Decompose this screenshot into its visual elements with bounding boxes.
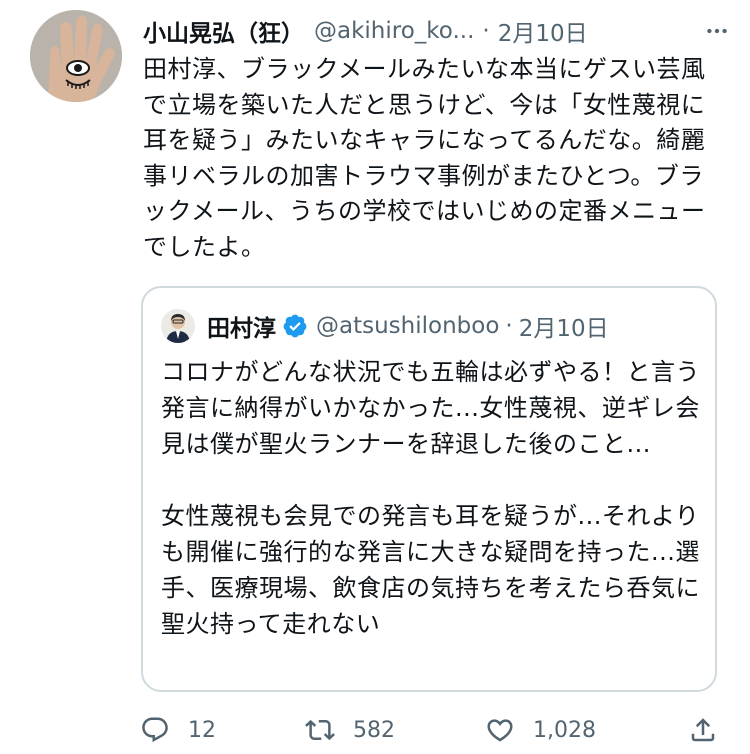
quoted-tweet-date[interactable]: 2月10日 (519, 309, 609, 343)
share-icon (691, 718, 715, 742)
quoted-tweet[interactable]: 田村淳 @atsushilonboo · 2月10日 コロナがどんな状況でも五輪… (141, 286, 717, 692)
reply-count: 12 (188, 717, 216, 743)
author-handle[interactable]: @akihiro_ko... (314, 18, 474, 44)
heart-icon (487, 719, 513, 742)
tweet-date[interactable]: 2月10日 (498, 14, 588, 48)
retweet-icon (305, 719, 335, 741)
quoted-tweet-header: 田村淳 @atsushilonboo · 2月10日 (161, 308, 609, 344)
separator-dot: · (482, 18, 490, 44)
reply-icon (142, 717, 168, 743)
tweet-text: 田村淳、ブラックメールみたいな本当にゲスい芸風で立場を築いた人だと思うけど、今は… (143, 55, 706, 261)
author-name[interactable]: 小山晃弘（狂） (143, 14, 304, 48)
like-count: 1,028 (533, 717, 596, 743)
retweet-button[interactable]: 582 (305, 712, 395, 748)
more-options-icon[interactable] (700, 14, 734, 48)
verified-badge-icon (283, 314, 307, 338)
quoted-author-handle[interactable]: @atsushilonboo (316, 313, 499, 339)
tweet-actions: 12 582 1,028 (140, 712, 740, 748)
hand-eye-avatar-image (30, 10, 122, 102)
quoted-author-avatar[interactable] (161, 309, 195, 343)
quoted-separator-dot: · (505, 313, 513, 339)
reply-button[interactable]: 12 (140, 712, 216, 748)
quoted-tweet-text: コロナがどんな状況でも五輪は必ずやる！と言う発言に納得がいかなかった...女性蔑… (161, 358, 700, 638)
quoted-author-name[interactable]: 田村淳 (207, 309, 276, 343)
person-avatar-icon (161, 309, 195, 343)
retweet-count: 582 (353, 717, 395, 743)
like-button[interactable]: 1,028 (485, 712, 596, 748)
author-avatar[interactable] (30, 10, 122, 102)
tweet-header: 小山晃弘（狂） @akihiro_ko... · 2月10日 (143, 14, 733, 48)
share-button[interactable] (685, 712, 721, 748)
